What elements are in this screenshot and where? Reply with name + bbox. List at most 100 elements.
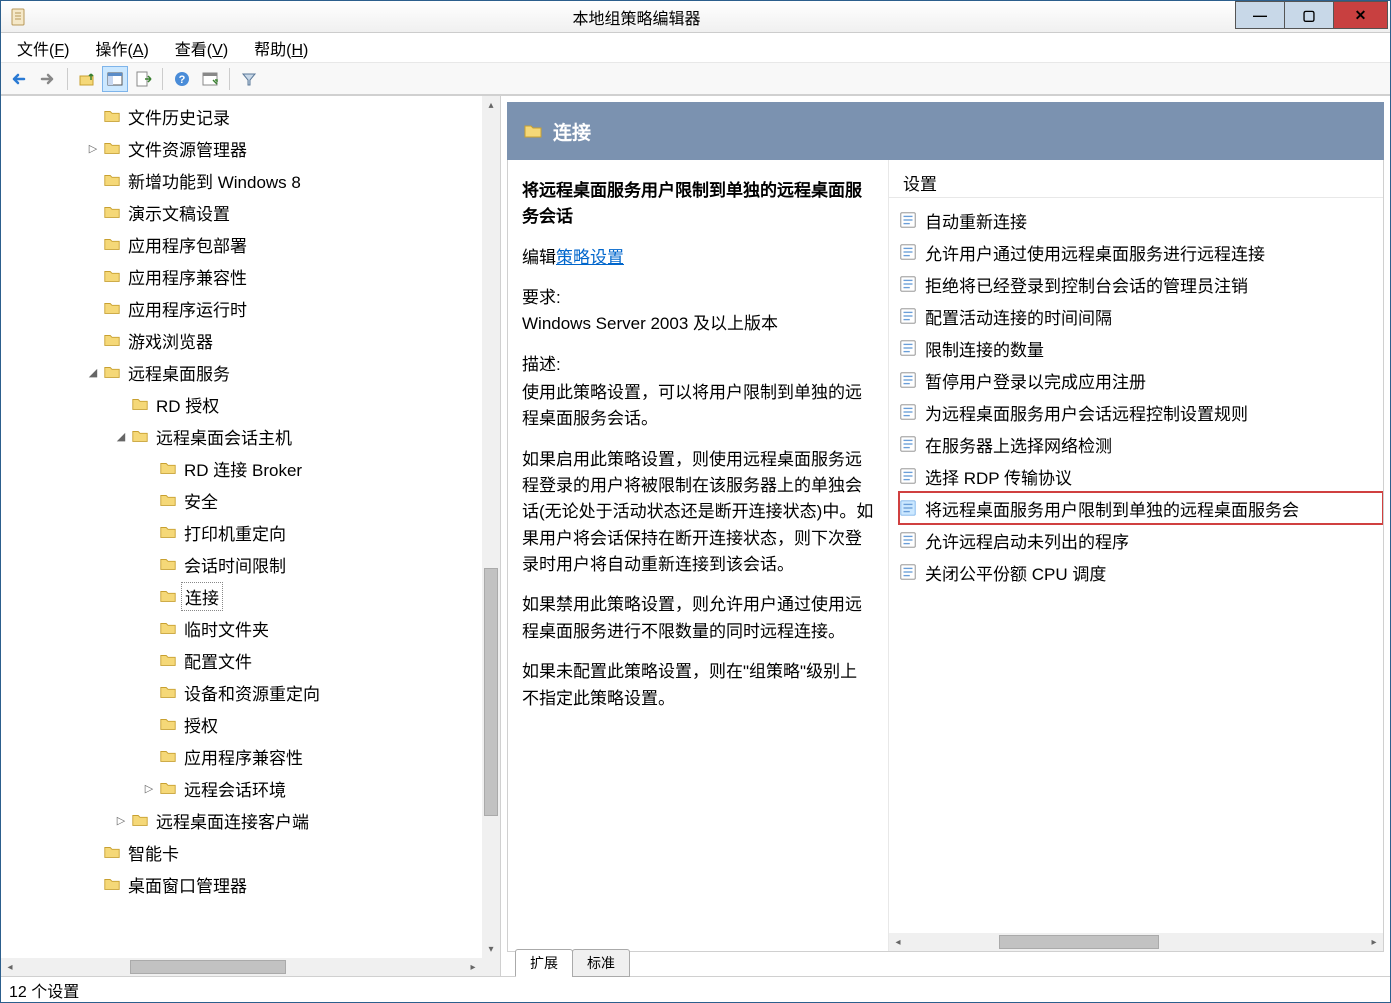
tree-node[interactable]: ◢远程桌面服务: [1, 356, 482, 388]
tree-expander[interactable]: ▷: [141, 782, 157, 795]
scroll-left-button[interactable]: ◂: [889, 933, 907, 951]
settings-horizontal-scrollbar[interactable]: ◂ ▸: [889, 933, 1383, 951]
tree-node[interactable]: 演示文稿设置: [1, 196, 482, 228]
scroll-right-button[interactable]: ▸: [464, 958, 482, 976]
setting-item-label: 选择 RDP 传输协议: [925, 464, 1072, 489]
tree-node[interactable]: ◢远程桌面会话主机: [1, 420, 482, 452]
back-button[interactable]: [7, 66, 33, 92]
scroll-track[interactable]: [907, 933, 1365, 951]
setting-item[interactable]: 为远程桌面服务用户会话远程控制设置规则: [899, 396, 1383, 428]
setting-item-label: 关闭公平份额 CPU 调度: [925, 560, 1106, 585]
tree-node[interactable]: 文件历史记录: [1, 100, 482, 132]
menu-file[interactable]: 文件(F): [11, 32, 75, 64]
tree-expander[interactable]: ◢: [113, 430, 129, 443]
scroll-corner: [482, 958, 500, 976]
tree-node[interactable]: ▷远程桌面连接客户端: [1, 804, 482, 836]
tree-expander[interactable]: ▷: [85, 142, 101, 155]
setting-item[interactable]: 允许用户通过使用远程桌面服务进行远程连接: [899, 236, 1383, 268]
tree-vertical-scrollbar[interactable]: ▴ ▾: [482, 96, 500, 958]
menu-view[interactable]: 查看(V): [169, 32, 234, 64]
tree-node[interactable]: 安全: [1, 484, 482, 516]
setting-title: 将远程桌面服务用户限制到单独的远程桌面服务会话: [522, 178, 874, 231]
minimize-button[interactable]: —: [1235, 1, 1285, 29]
details-header-title: 连接: [553, 118, 591, 145]
description-text: 如果启用此策略设置，则使用远程桌面服务远程登录的用户将被限制在该服务器上的单独会…: [522, 447, 874, 579]
setting-item[interactable]: 配置活动连接的时间间隔: [899, 300, 1383, 332]
export-button[interactable]: [130, 66, 156, 92]
tree-node[interactable]: 连接: [1, 580, 482, 612]
tree-panel: 文件历史记录▷文件资源管理器新增功能到 Windows 8演示文稿设置应用程序包…: [1, 96, 501, 976]
scroll-up-button[interactable]: ▴: [482, 96, 500, 114]
tree-node[interactable]: 应用程序兼容性: [1, 260, 482, 292]
tree-node[interactable]: 配置文件: [1, 644, 482, 676]
tree-label: 应用程序运行时: [125, 295, 250, 322]
panel-icon: [106, 70, 124, 88]
toolbar-separator: [162, 68, 163, 90]
tree-node[interactable]: 设备和资源重定向: [1, 676, 482, 708]
settings-column: 设置 自动重新连接允许用户通过使用远程桌面服务进行远程连接拒绝将已经登录到控制台…: [888, 160, 1383, 951]
tree-node[interactable]: 打印机重定向: [1, 516, 482, 548]
tree-node[interactable]: 应用程序包部署: [1, 228, 482, 260]
filter-button[interactable]: [236, 66, 262, 92]
policy-settings-link[interactable]: 策略设置: [556, 248, 624, 267]
tree-horizontal-scrollbar[interactable]: ◂ ▸: [1, 958, 482, 976]
tab-standard[interactable]: 标准: [572, 949, 630, 977]
tree-node[interactable]: 临时文件夹: [1, 612, 482, 644]
setting-item-label: 允许用户通过使用远程桌面服务进行远程连接: [925, 240, 1265, 265]
menu-action[interactable]: 操作(A): [89, 32, 154, 64]
settings-column-header[interactable]: 设置: [889, 168, 1383, 198]
tree-node[interactable]: RD 连接 Broker: [1, 452, 482, 484]
policy-icon: [899, 467, 917, 485]
folder-icon: [159, 747, 177, 765]
setting-item[interactable]: 自动重新连接: [899, 204, 1383, 236]
scroll-track[interactable]: [482, 114, 500, 940]
tree-node[interactable]: ▷远程会话环境: [1, 772, 482, 804]
tree-container: 文件历史记录▷文件资源管理器新增功能到 Windows 8演示文稿设置应用程序包…: [1, 96, 500, 976]
tab-extended[interactable]: 扩展: [515, 949, 573, 977]
tree-expander[interactable]: ◢: [85, 366, 101, 379]
close-button[interactable]: ✕: [1333, 1, 1388, 29]
up-button[interactable]: [74, 66, 100, 92]
window-title: 本地组策略编辑器: [37, 5, 1236, 29]
tree-scroll-area[interactable]: 文件历史记录▷文件资源管理器新增功能到 Windows 8演示文稿设置应用程序包…: [1, 96, 482, 958]
setting-item[interactable]: 限制连接的数量: [899, 332, 1383, 364]
description-column: 将远程桌面服务用户限制到单独的远程桌面服务会话 编辑策略设置 要求: Windo…: [508, 160, 888, 951]
policy-icon: [899, 403, 917, 421]
arrow-left-icon: [10, 71, 30, 87]
tree-node[interactable]: ▷文件资源管理器: [1, 132, 482, 164]
setting-item[interactable]: 暂停用户登录以完成应用注册: [899, 364, 1383, 396]
menu-help[interactable]: 帮助(H): [248, 32, 314, 64]
tree-node[interactable]: 桌面窗口管理器: [1, 868, 482, 900]
maximize-button[interactable]: ▢: [1284, 1, 1334, 29]
properties-button[interactable]: [197, 66, 223, 92]
setting-item[interactable]: 选择 RDP 传输协议: [899, 460, 1383, 492]
tree-node[interactable]: 智能卡: [1, 836, 482, 868]
setting-item[interactable]: 拒绝将已经登录到控制台会话的管理员注销: [899, 268, 1383, 300]
show-hide-tree-button[interactable]: [102, 66, 128, 92]
setting-item[interactable]: 关闭公平份额 CPU 调度: [899, 556, 1383, 588]
forward-button[interactable]: [35, 66, 61, 92]
setting-item-label: 为远程桌面服务用户会话远程控制设置规则: [925, 400, 1248, 425]
tree-node[interactable]: 应用程序运行时: [1, 292, 482, 324]
setting-item-label: 在服务器上选择网络检测: [925, 432, 1112, 457]
scroll-down-button[interactable]: ▾: [482, 940, 500, 958]
tree-node[interactable]: 新增功能到 Windows 8: [1, 164, 482, 196]
scroll-left-button[interactable]: ◂: [1, 958, 19, 976]
tree-node[interactable]: 授权: [1, 708, 482, 740]
setting-item[interactable]: 在服务器上选择网络检测: [899, 428, 1383, 460]
app-icon: [9, 7, 29, 27]
scroll-track[interactable]: [19, 958, 464, 976]
setting-item-label: 拒绝将已经登录到控制台会话的管理员注销: [925, 272, 1248, 297]
setting-item[interactable]: 将远程桌面服务用户限制到单独的远程桌面服务会: [899, 492, 1383, 524]
tree-node[interactable]: 应用程序兼容性: [1, 740, 482, 772]
help-button[interactable]: ?: [169, 66, 195, 92]
tree-node[interactable]: 会话时间限制: [1, 548, 482, 580]
scroll-right-button[interactable]: ▸: [1365, 933, 1383, 951]
tree-node[interactable]: 游戏浏览器: [1, 324, 482, 356]
setting-item[interactable]: 允许远程启动未列出的程序: [899, 524, 1383, 556]
tree-node[interactable]: RD 授权: [1, 388, 482, 420]
tree-expander[interactable]: ▷: [113, 814, 129, 827]
settings-list[interactable]: 自动重新连接允许用户通过使用远程桌面服务进行远程连接拒绝将已经登录到控制台会话的…: [889, 198, 1383, 951]
statusbar: 12 个设置: [1, 976, 1390, 1002]
description-text: 如果禁用此策略设置，则允许用户通过使用远程桌面服务进行不限数量的同时远程连接。: [522, 592, 874, 645]
